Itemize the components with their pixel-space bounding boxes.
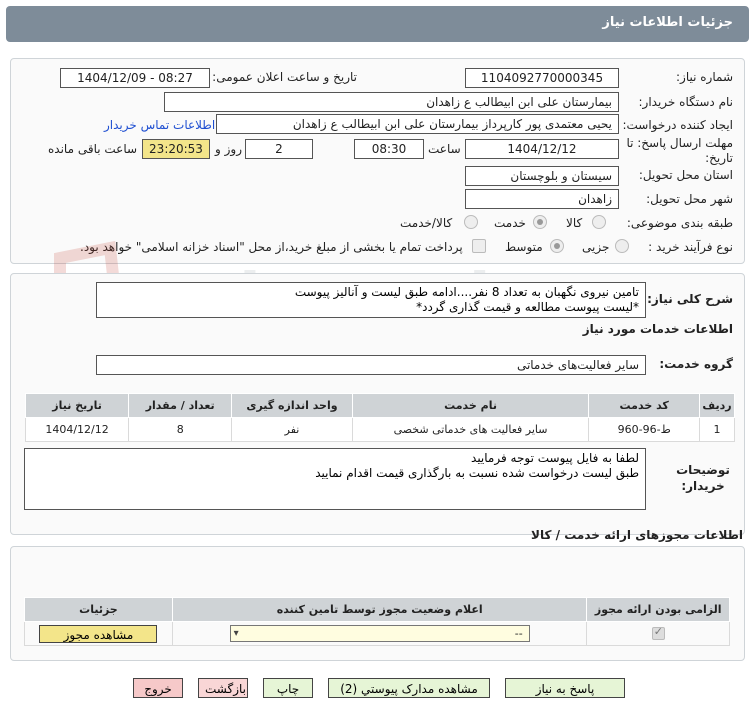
- cell-code: ط-96-960: [588, 417, 701, 442]
- permit-status-cell: -- ▾: [171, 621, 588, 646]
- cell-unit: نفر: [231, 417, 353, 442]
- col-name: نام خدمت: [351, 393, 590, 418]
- category-label: طبقه بندی موضوعی:: [626, 216, 733, 230]
- category-service-label: خدمت: [494, 216, 526, 230]
- print-button[interactable]: چاپ: [263, 678, 313, 698]
- remaining-label: ساعت باقی مانده: [48, 142, 138, 156]
- page-title: جزئیات اطلاعات نیاز: [602, 15, 733, 30]
- check-icon: ✓: [653, 625, 663, 639]
- page-header: جزئیات اطلاعات نیاز: [0, 0, 755, 46]
- view-permit-button[interactable]: مشاهده مجوز: [39, 624, 158, 643]
- deadline-label: مهلت ارسال پاسخ: تا تاریخ:: [626, 136, 733, 165]
- city-field: زاهدان: [465, 189, 619, 209]
- province-field: سیستان و بلوچستان: [465, 166, 619, 186]
- category-both-radio[interactable]: [464, 215, 478, 229]
- col-permit-required: الزامی بودن ارائه مجوز: [586, 597, 730, 622]
- services-section-title: اطلاعات خدمات مورد نیاز: [582, 322, 733, 336]
- permit-details-cell: مشاهده مجوز: [24, 621, 173, 646]
- days-field: 2: [245, 139, 313, 159]
- province-label: استان محل تحویل:: [638, 168, 733, 182]
- process-partial-radio[interactable]: [615, 239, 629, 253]
- buyer-contact-link[interactable]: اطلاعات تماس خریدار: [104, 118, 215, 132]
- col-row: ردیف: [699, 393, 735, 418]
- need-number-field: 1104092770000345: [465, 68, 619, 88]
- services-table-header: ردیف کد خدمت نام خدمت واحد اندازه گیری ت…: [24, 393, 735, 418]
- deadline-date-field: 1404/12/12: [465, 139, 619, 159]
- permits-table-header: الزامی بودن ارائه مجوز اعلام وضعیت مجوز …: [24, 597, 730, 622]
- treasury-payment-checkbox[interactable]: [472, 239, 486, 253]
- treasury-payment-note: پرداخت تمام یا بخشی از مبلغ خرید،از محل …: [80, 240, 463, 254]
- announce-field: 1404/12/09 - 08:27: [60, 68, 210, 88]
- buyer-notes-label: توضیحات خریدار:: [676, 463, 730, 493]
- header-bar: جزئیات اطلاعات نیاز: [6, 6, 749, 42]
- process-medium-radio[interactable]: [550, 239, 564, 253]
- category-goods-radio[interactable]: [592, 215, 606, 229]
- col-permit-details: جزئیات: [24, 597, 173, 622]
- permits-section-title: اطلاعات مجوزهای ارائه خدمت / کالا: [531, 528, 743, 542]
- creator-label: ایجاد کننده درخواست:: [622, 118, 733, 132]
- need-number-label: شماره نیاز:: [676, 70, 733, 84]
- buyer-notes-textarea[interactable]: [24, 448, 646, 510]
- city-label: شهر محل تحویل:: [646, 192, 733, 206]
- permit-required-cell: ✓: [586, 621, 730, 646]
- exit-button[interactable]: خروج: [133, 678, 183, 698]
- col-date: تاریخ نیاز: [24, 393, 130, 418]
- description-label: شرح کلی نیاز:: [647, 292, 733, 306]
- permits-table: الزامی بودن ارائه مجوز اعلام وضعیت مجوز …: [24, 597, 730, 646]
- cell-row: 1: [699, 417, 735, 442]
- col-permit-status: اعلام وضعیت مجوز توسط تامین کننده: [171, 597, 588, 622]
- services-table: ردیف کد خدمت نام خدمت واحد اندازه گیری ت…: [24, 393, 735, 442]
- creator-field: یحیی معتمدی پور کارپرداز بیمارستان علی ا…: [216, 114, 619, 134]
- table-row: 1 ط-96-960 سایر فعالیت های خدماتی شخصی ن…: [24, 417, 735, 442]
- cell-date: 1404/12/12: [24, 417, 130, 442]
- col-qty: تعداد / مقدار: [128, 393, 233, 418]
- back-button[interactable]: بازگشت: [198, 678, 248, 698]
- permit-status-value: --: [514, 627, 523, 640]
- cell-name: سایر فعالیت های خدماتی شخصی: [351, 417, 590, 442]
- remaining-time-field: 23:20:53: [142, 139, 210, 159]
- col-code: کد خدمت: [588, 393, 701, 418]
- buyer-org-field: بیمارستان علی ابن ابیطالب ع زاهدان: [164, 92, 619, 112]
- service-group-label: گروه خدمت:: [659, 357, 733, 371]
- permit-row: ✓ -- ▾ مشاهده مجوز: [24, 621, 730, 646]
- permit-status-select[interactable]: -- ▾: [229, 625, 530, 642]
- announce-label: تاریخ و ساعت اعلان عمومی:: [212, 70, 357, 84]
- chevron-down-icon: ▾: [233, 628, 239, 639]
- process-medium-label: متوسط: [505, 240, 543, 254]
- category-goods-label: کالا: [566, 216, 583, 230]
- deadline-hour-field: 08:30: [354, 139, 424, 159]
- view-attachments-button[interactable]: مشاهده مدارک پیوستي (2): [328, 678, 490, 698]
- permit-required-checkbox: ✓: [651, 625, 665, 641]
- process-partial-label: جزیی: [582, 240, 610, 254]
- deadline-hour-label: ساعت: [428, 142, 461, 156]
- days-label: روز و: [215, 142, 242, 156]
- description-textarea[interactable]: [96, 282, 646, 318]
- buyer-org-label: نام دستگاه خریدار:: [638, 95, 734, 109]
- reply-button[interactable]: پاسخ به نیاز: [505, 678, 625, 698]
- category-both-label: کالا/خدمت: [400, 216, 453, 230]
- service-group-field: سایر فعالیت‌های خدماتی: [96, 355, 646, 375]
- category-service-radio[interactable]: [533, 215, 547, 229]
- col-unit: واحد اندازه گیری: [231, 393, 353, 418]
- process-label: نوع فرآیند خرید :: [648, 240, 733, 254]
- cell-qty: 8: [128, 417, 233, 442]
